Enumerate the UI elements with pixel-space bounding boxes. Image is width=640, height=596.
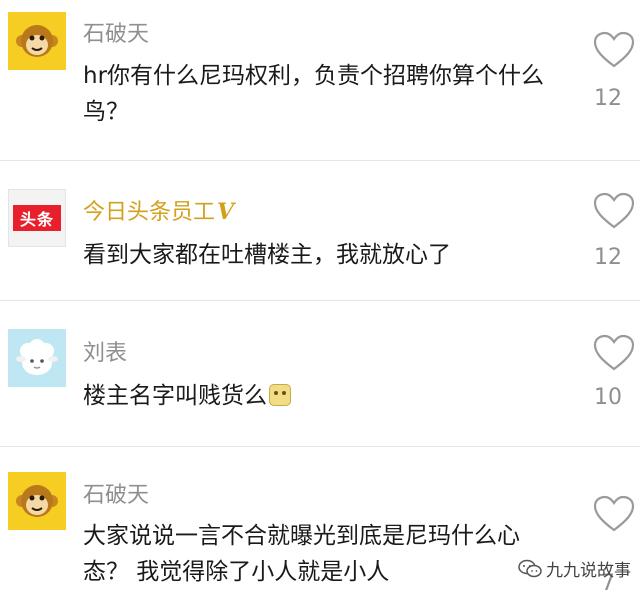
comment-item: 石破天 hr你有什么尼玛权利，负责个招聘你算个什么鸟？ 12 (0, 0, 640, 160)
wechat-icon (518, 559, 542, 577)
comment-text: 楼主名字叫贱货么 (83, 378, 563, 414)
heart-outline-icon[interactable] (592, 333, 636, 373)
emoji-icon (269, 384, 291, 406)
comment-item: 刘表 楼主名字叫贱货么 10 (0, 301, 640, 446)
username[interactable]: 石破天 (83, 477, 149, 509)
username[interactable]: 今日头条员工V (83, 194, 234, 226)
username-text: 今日头条员工 (83, 200, 216, 225)
heart-outline-icon[interactable] (592, 30, 636, 70)
toutiao-logo: 头条 (13, 205, 61, 231)
monkey-avatar-icon (16, 25, 58, 57)
like-count: 10 (594, 385, 622, 410)
verified-badge: V (217, 199, 235, 225)
comment-text: 大家说说一言不合就曝光到底是尼玛什么心态？ 我觉得除了小人就是小人 (83, 523, 520, 585)
like-count: 12 (594, 245, 622, 270)
watermark: 九九说故事 (518, 556, 631, 581)
sheep-avatar-icon (16, 339, 58, 375)
username[interactable]: 刘表 (83, 335, 127, 367)
avatar[interactable]: 头条 (8, 189, 66, 247)
heart-outline-icon[interactable] (592, 191, 636, 231)
like-count: 12 (594, 86, 622, 111)
avatar[interactable] (8, 472, 66, 530)
avatar[interactable] (8, 12, 66, 70)
comment-text: 看到大家都在吐槽楼主，我就放心了 (83, 242, 451, 268)
username[interactable]: 石破天 (83, 16, 149, 48)
heart-outline-icon[interactable] (592, 494, 636, 534)
comment-item: 头条 今日头条员工V 看到大家都在吐槽楼主，我就放心了 12 (0, 161, 640, 300)
comment-text: hr你有什么尼玛权利，负责个招聘你算个什么鸟？ (83, 63, 545, 125)
watermark-text: 九九说故事 (546, 561, 631, 581)
avatar[interactable] (8, 329, 66, 387)
monkey-avatar-icon (16, 485, 58, 517)
toutiao-logo-text: 头条 (19, 210, 54, 229)
comment-text-content: 楼主名字叫贱货么 (83, 383, 267, 409)
